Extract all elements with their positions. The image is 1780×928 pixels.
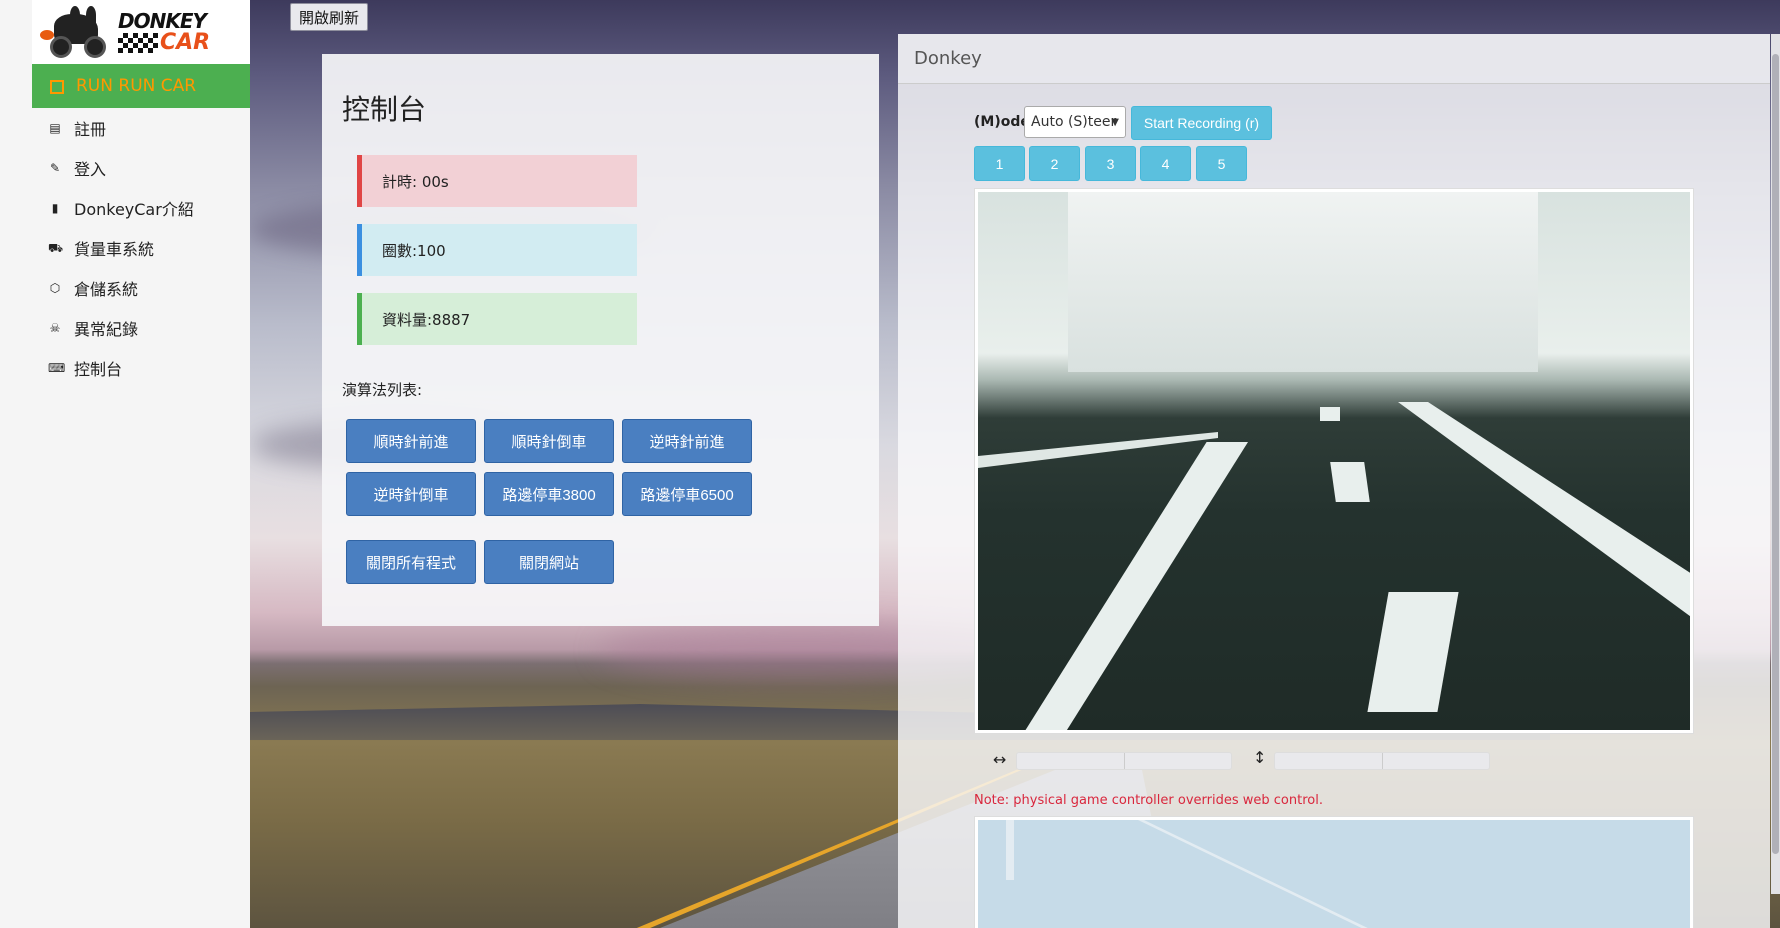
document-icon: ▮ [51, 201, 59, 215]
mode-select-value: Auto (S)teer [1031, 114, 1117, 130]
preset-button-5[interactable]: 5 [1196, 146, 1247, 181]
sidebar-item-label: DonkeyCar介紹 [74, 200, 194, 219]
sidebar-item-login[interactable]: ✎ 登入 [32, 148, 250, 188]
donkeycar-logo[interactable]: DONKEY CAR [32, 0, 250, 64]
throttle-bar[interactable] [1274, 752, 1490, 770]
clockwise-reverse-button[interactable]: 順時針倒車 [484, 419, 614, 463]
sidebar-item-register[interactable]: ▤ 註冊 [32, 108, 250, 148]
skull-icon: ☠ [49, 321, 61, 335]
preset-button-3[interactable]: 3 [1085, 146, 1136, 181]
home-icon [50, 80, 64, 94]
donkey-mascot-icon [40, 4, 114, 60]
preset-button-2[interactable]: 2 [1029, 146, 1080, 181]
counterclockwise-reverse-button[interactable]: 逆時針倒車 [346, 472, 476, 516]
sidebar: DONKEY CAR RUN RUN CAR ▤ 註冊 ✎ 登入 ▮ Donke… [0, 0, 250, 928]
logo-text-bottom: CAR [160, 30, 211, 55]
sidebar-item-home[interactable]: RUN RUN CAR [32, 64, 250, 108]
sidebar-home-label: RUN RUN CAR [76, 76, 197, 96]
truck-icon: ⛟ [48, 241, 64, 255]
sidebar-item-donkeycar-intro[interactable]: ▮ DonkeyCar介紹 [32, 188, 250, 228]
sidebar-item-label: 異常紀錄 [74, 320, 139, 339]
camera-image [978, 192, 1690, 730]
sidebar-item-label: 控制台 [74, 360, 123, 379]
console-panel: 控制台 計時: 00s 圈數:100 資料量:8887 演算法列表: 順時針前進… [322, 54, 879, 626]
throttle-arrow-icon: ↕ [1253, 748, 1267, 767]
checkered-flag-icon [118, 33, 158, 53]
sidebar-nav: ▤ 註冊 ✎ 登入 ▮ DonkeyCar介紹 ⛟ 貨量車系統 ⬡ 倉儲系統 ☠… [32, 108, 250, 388]
parallel-park-3800-button[interactable]: 路邊停車3800 [484, 472, 614, 516]
mode-select[interactable]: Auto (S)teer ▼ [1024, 106, 1126, 138]
controller-note: Note: physical game controller overrides… [974, 793, 1323, 808]
parallel-park-6500-button[interactable]: 路邊停車6500 [622, 472, 752, 516]
gamepad-icon: ⌨ [48, 361, 66, 375]
close-website-button[interactable]: 關閉網站 [484, 540, 614, 584]
login-key-icon: ✎ [49, 161, 61, 175]
start-recording-button[interactable]: Start Recording (r) [1131, 106, 1272, 140]
sidebar-item-label: 貨量車系統 [74, 240, 155, 259]
register-table-icon: ▤ [49, 121, 61, 135]
refresh-toggle-button[interactable]: 開啟刷新 [290, 3, 369, 31]
steering-bar[interactable] [1016, 752, 1232, 770]
steering-arrow-icon: ↔ [993, 750, 1007, 769]
donkey-control-panel: Donkey (M)ode Auto (S)teer ▼ Start Recor… [898, 34, 1770, 928]
page-title: 控制台 [342, 93, 427, 126]
laps-stat: 圈數:100 [357, 224, 637, 276]
counterclockwise-forward-button[interactable]: 逆時針前進 [622, 419, 752, 463]
page-scrollbar[interactable] [1771, 34, 1780, 894]
sidebar-item-warehouse[interactable]: ⬡ 倉儲系統 [32, 268, 250, 308]
sidebar-item-label: 倉儲系統 [74, 280, 139, 299]
preset-button-4[interactable]: 4 [1140, 146, 1191, 181]
joystick-pad[interactable] [974, 816, 1694, 928]
sidebar-item-label: 登入 [74, 160, 107, 179]
sidebar-item-console[interactable]: ⌨ 控制台 [32, 348, 250, 388]
close-all-programs-button[interactable]: 關閉所有程式 [346, 540, 476, 584]
algorithm-list-label: 演算法列表: [342, 381, 423, 399]
timer-stat: 計時: 00s [357, 155, 637, 207]
box-icon: ⬡ [49, 281, 61, 295]
sidebar-item-anomaly-log[interactable]: ☠ 異常紀錄 [32, 308, 250, 348]
logo-text-top: DONKEY [118, 9, 207, 33]
data-count-stat: 資料量:8887 [357, 293, 637, 345]
camera-feed [974, 188, 1694, 734]
clockwise-forward-button[interactable]: 順時針前進 [346, 419, 476, 463]
mode-label: (M)ode [974, 114, 1030, 130]
donkey-panel-header: Donkey [898, 34, 1770, 84]
chevron-down-icon: ▼ [1111, 117, 1119, 128]
preset-button-1[interactable]: 1 [974, 146, 1025, 181]
sidebar-item-truck-system[interactable]: ⛟ 貨量車系統 [32, 228, 250, 268]
sidebar-item-label: 註冊 [74, 120, 107, 139]
